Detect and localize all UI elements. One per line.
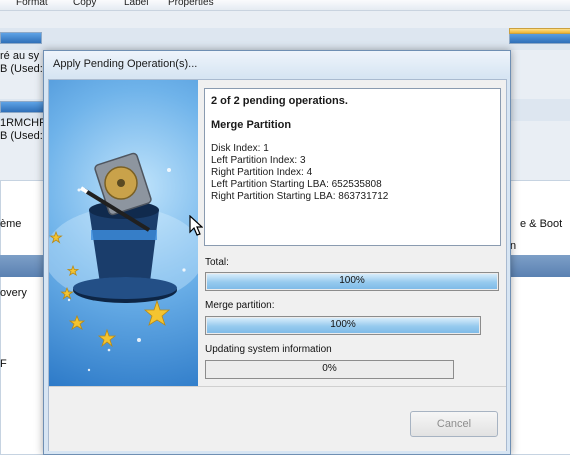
toolbar-format-button[interactable]: Format [16,0,48,8]
total-progress-percent: 100% [339,275,365,286]
detail-right-starting-lba: Right Partition Starting LBA: 863731712 [211,191,389,202]
toolbar-label-button[interactable]: Label [124,0,148,8]
update-progress-bar: 0% [205,360,454,379]
right-section-header [508,255,570,277]
cancel-button[interactable]: Cancel [410,411,498,437]
operation-name: Merge Partition [211,119,292,131]
disk-map-row-1 [0,28,570,50]
detail-disk-index: Disk Index: 1 [211,143,269,154]
update-progress-label: Updating system information [205,344,332,355]
disk2-partition-bar[interactable] [0,101,47,113]
detail-right-partition-index: Right Partition Index: 4 [211,167,313,178]
disk1-label: ré au sy [0,50,40,62]
disk1-partition-bar[interactable] [0,32,42,44]
mouse-cursor-icon [189,215,203,236]
total-progress-bar: 100% [205,272,499,291]
detail-left-partition-index: Left Partition Index: 3 [211,155,306,166]
update-progress-percent: 0% [322,363,337,374]
disk1-used: B (Used: [0,63,43,75]
right-item-boot[interactable]: e & Boot [520,218,562,230]
dialog-footer: Cancel [49,386,506,451]
dialog-title: Apply Pending Operation(s)... [53,58,198,70]
sidebar-section-header [0,255,48,277]
apply-pending-operations-dialog: Apply Pending Operation(s)... 2 of 2 pen… [43,50,511,455]
disk1-selected-partition-bar[interactable] [509,28,570,34]
dialog-titlebar[interactable]: Apply Pending Operation(s)... [44,51,510,77]
operations-content: 2 of 2 pending operations. Merge Partiti… [198,80,506,386]
wizard-hat-disk-illustration [49,80,198,386]
toolbar-copy-button[interactable]: Copy [73,0,96,8]
pending-count-text: 2 of 2 pending operations. [211,95,348,107]
sidebar-item-f[interactable]: F [0,358,7,370]
detail-left-starting-lba: Left Partition Starting LBA: 652535808 [211,179,382,190]
total-progress-label: Total: [205,257,229,268]
merge-progress-bar: 100% [205,316,481,335]
magic-hat-icon [49,152,198,372]
dialog-client: 2 of 2 pending operations. Merge Partiti… [48,79,507,451]
toolbar-properties-button[interactable]: Properties [168,0,214,8]
toolbar: Format Copy Label Properties [0,0,570,11]
sidebar-item-systeme[interactable]: ème [0,218,21,230]
merge-progress-percent: 100% [330,319,356,330]
merge-progress-label: Merge partition: [205,300,275,311]
operation-details-box: 2 of 2 pending operations. Merge Partiti… [204,88,501,246]
sidebar-item-recovery[interactable]: overy [0,287,27,299]
